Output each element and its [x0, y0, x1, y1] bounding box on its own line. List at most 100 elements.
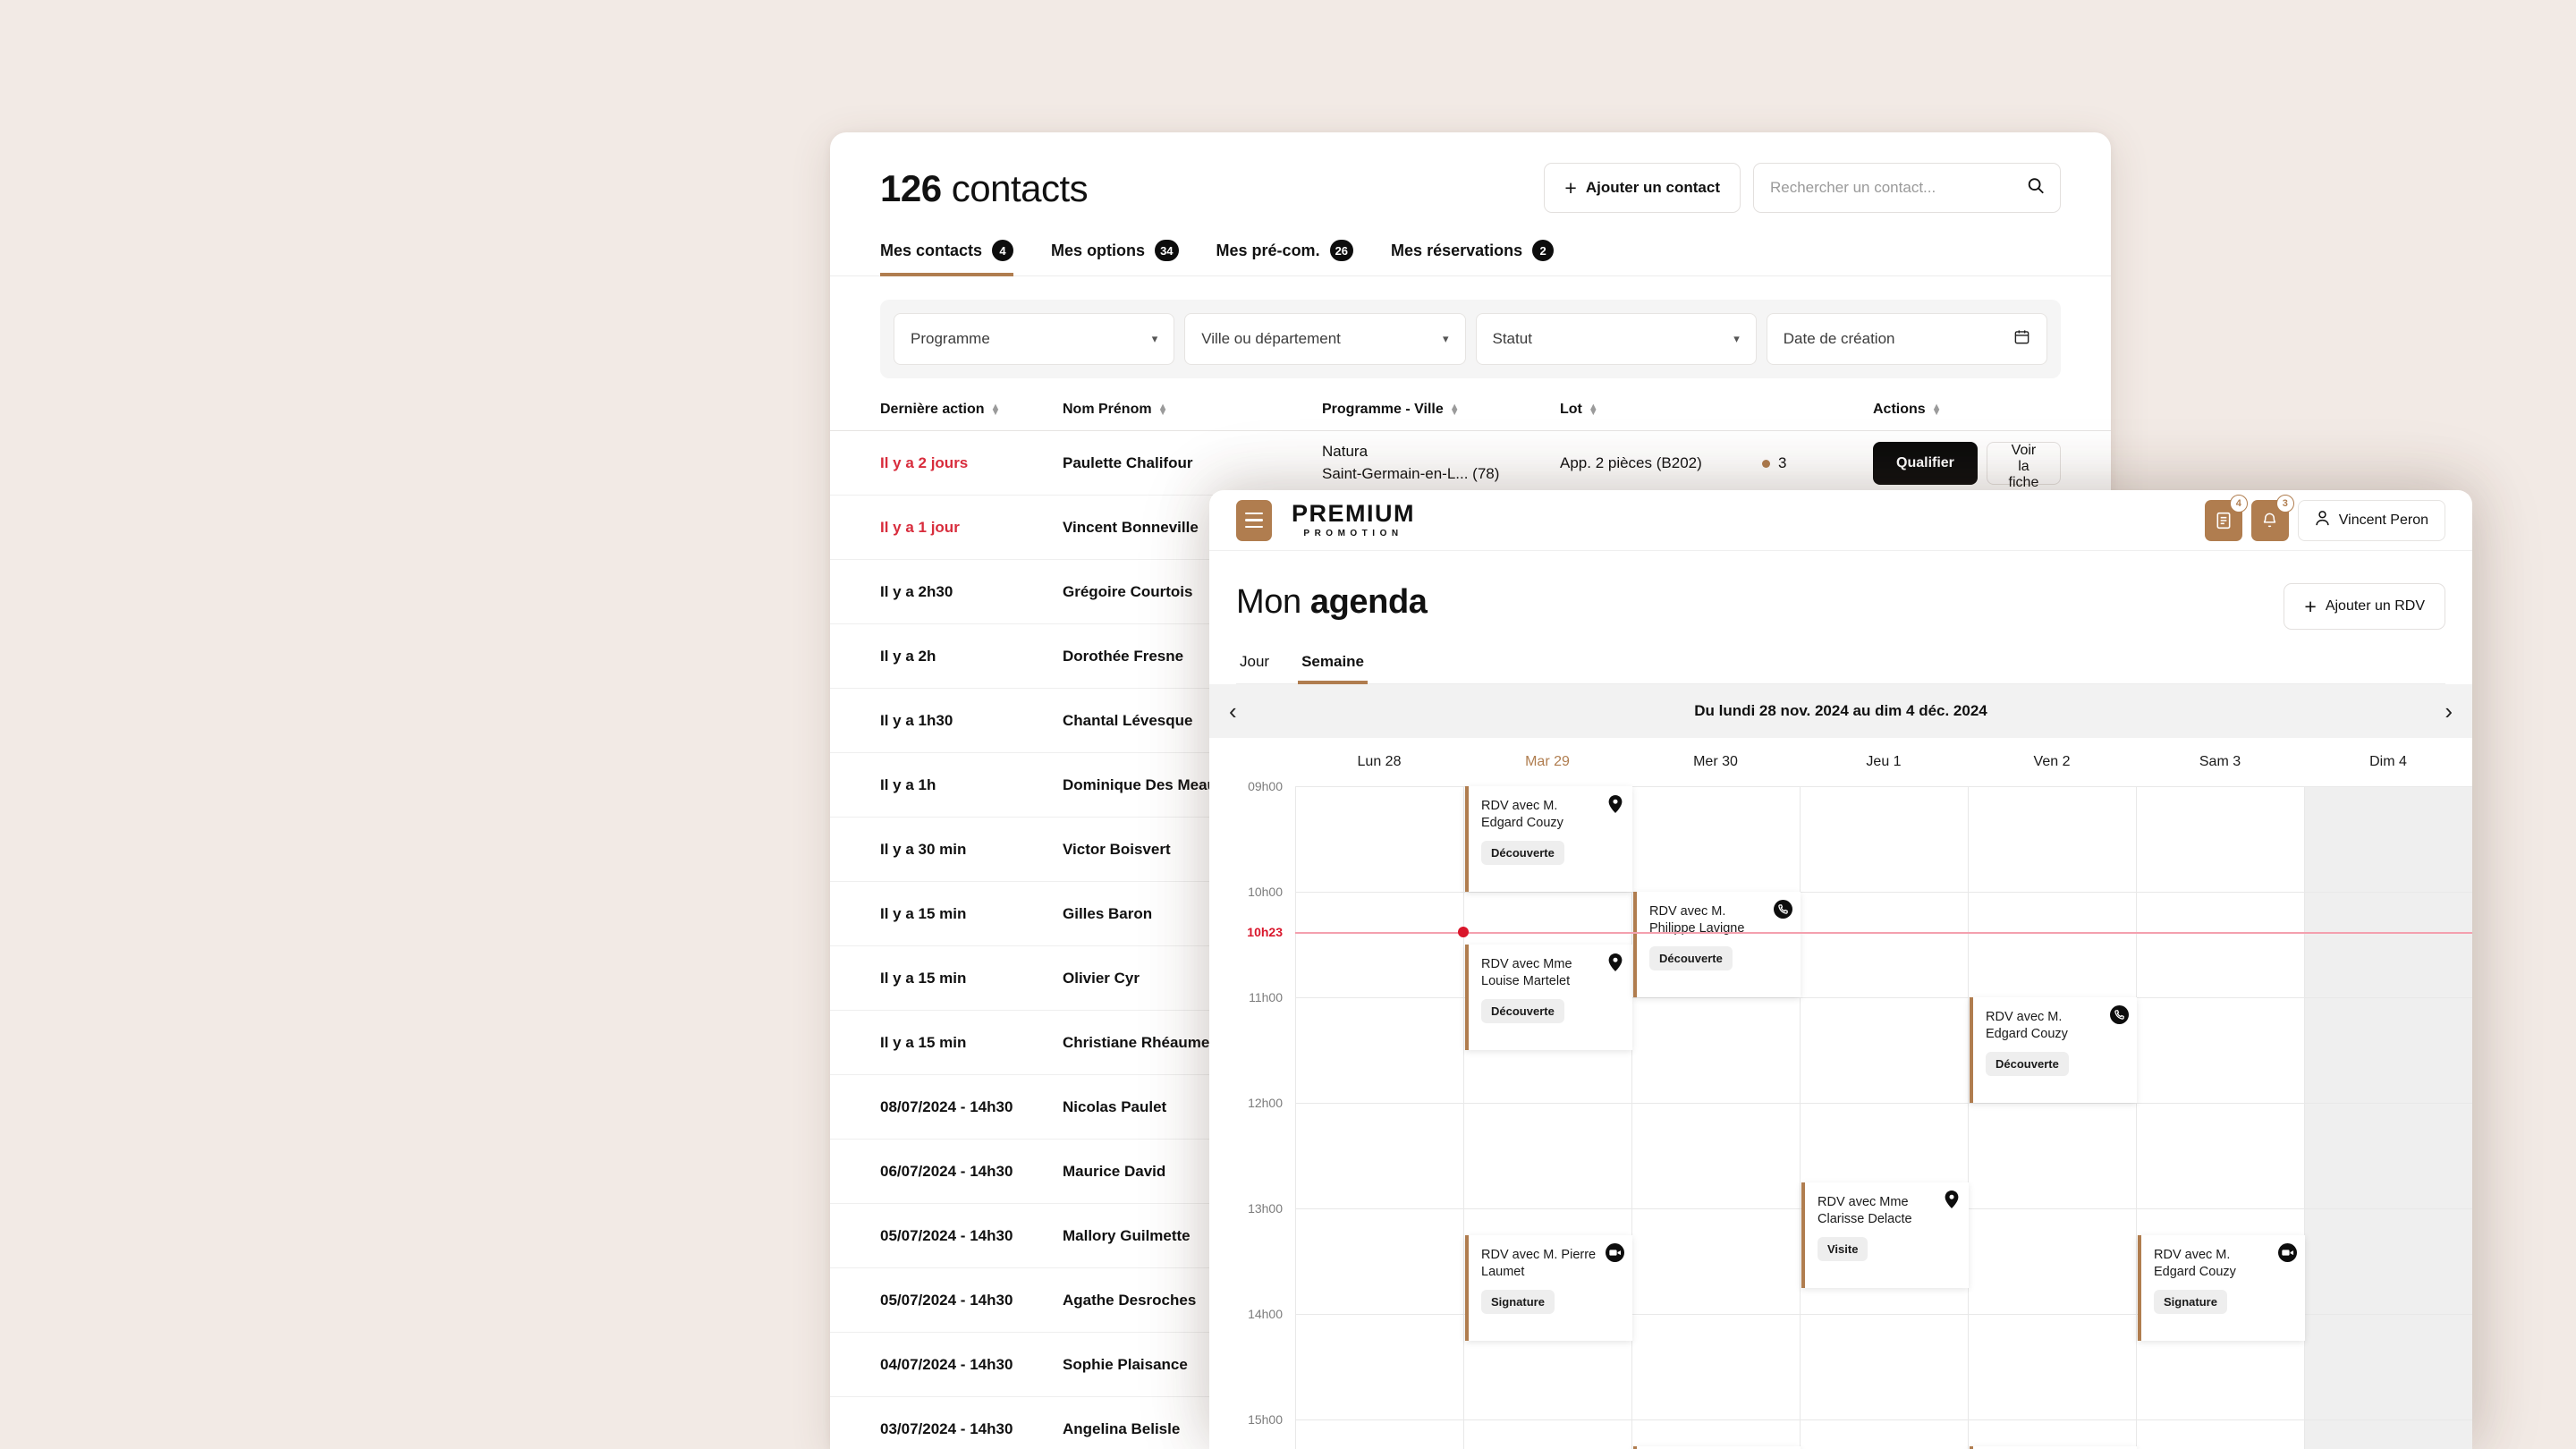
day-column-4[interactable]: RDV avec M. Edgard CouzyDécouverte RDV av…: [1968, 786, 2137, 1449]
day-column-6[interactable]: [2304, 786, 2472, 1449]
calendar-event[interactable]: RDV avec Mme Louise Martelet: [1970, 1445, 2137, 1449]
event-title: RDV avec M. Edgard Couzy: [1481, 799, 1563, 831]
table-row[interactable]: Il y a 2 jours Paulette Chalifour Natura Sa…: [830, 431, 2111, 496]
next-week-button[interactable]: ›: [2445, 699, 2453, 723]
hour-gridline: [1801, 892, 1968, 893]
chevron-down-icon: ▾: [1442, 332, 1449, 346]
add-contact-button[interactable]: + Ajouter un contact: [1544, 163, 1741, 213]
hour-gridline: [1632, 1314, 1800, 1315]
column-header-nom-prenom[interactable]: Nom Prénom ▲ ▼: [1063, 402, 1322, 418]
prev-week-button[interactable]: ‹: [1229, 699, 1237, 723]
hour-gridline: [1969, 1419, 2136, 1420]
week-calendar: Lun 28 Mar 29 Mer 30 Jeu 1 Ven 2 Sam 3 Dim 4 0…: [1209, 738, 2472, 1449]
day-header-1[interactable]: Mar 29: [1463, 754, 1631, 770]
filter-statut[interactable]: Statut ▾: [1475, 313, 1757, 366]
day-column-5[interactable]: RDV avec M. Edgard Couzy Signature: [2136, 786, 2305, 1449]
sort-icon[interactable]: ▲ ▼: [1589, 402, 1598, 418]
cell-lot: App. 2 pièces (B202): [1560, 453, 1702, 471]
day-header-4[interactable]: Ven 2: [1968, 754, 2136, 770]
qualify-button[interactable]: Qualifier: [1873, 441, 1978, 485]
day-column-3[interactable]: RDV avec Mme Clarisse Delacte Visite: [1800, 786, 1969, 1449]
tab-badge: 2: [1532, 240, 1555, 262]
sort-icon[interactable]: ▲ ▼: [1932, 402, 1942, 418]
tab-mes-precom[interactable]: Mes pré-com. 26: [1216, 240, 1354, 276]
filter-ville[interactable]: Ville ou département ▾: [1184, 313, 1466, 366]
hour-gridline: [1801, 997, 1968, 998]
column-header-programme-ville[interactable]: Programme - Ville ▲ ▼: [1322, 402, 1560, 418]
cell-derniere-action: 06/07/2024 - 14h30: [880, 1162, 1013, 1180]
user-menu[interactable]: Vincent Peron: [2297, 499, 2445, 541]
day-column-0[interactable]: [1295, 786, 1463, 1449]
sort-icon[interactable]: ▲ ▼: [1450, 402, 1460, 418]
agenda-view-tabs: Jour Semaine: [1236, 653, 2445, 684]
agenda-title-prefix: Mon: [1236, 583, 1310, 621]
cell-derniere-action: Il y a 1h30: [880, 711, 953, 729]
filter-programme[interactable]: Programme ▾: [894, 313, 1175, 366]
agenda-title: Mon agenda: [1236, 583, 1428, 622]
day-header-0[interactable]: Lun 28: [1295, 754, 1463, 770]
day-header-6[interactable]: Dim 4: [2304, 754, 2472, 770]
column-label: Actions: [1873, 402, 1926, 418]
calendar-event[interactable]: RDV avec M. Edgard Couzy Découverte: [1970, 997, 2137, 1103]
hour-gridline: [1296, 892, 1463, 893]
tab-jour[interactable]: Jour: [1236, 653, 1273, 684]
search-input[interactable]: [1770, 179, 2044, 197]
filter-date-creation[interactable]: Date de création: [1766, 313, 2047, 366]
column-label: Dernière action: [880, 402, 985, 418]
chevron-down-icon: ▾: [1151, 332, 1158, 346]
search-contact-field[interactable]: [1753, 163, 2061, 213]
calendar-event[interactable]: RDV avec Mme Clarisse Delacte Visite: [1801, 1182, 1969, 1288]
view-record-button[interactable]: Voir la fiche: [1986, 441, 2061, 490]
hour-gridline: [1296, 786, 1463, 787]
tab-mes-reservations[interactable]: Mes réservations 2: [1391, 240, 1555, 276]
cell-lot-count: 3: [1762, 454, 1873, 472]
calendar-event[interactable]: RDV avec Mme Pauline Lou: [1633, 1445, 1801, 1449]
calendar-event[interactable]: RDV avec M. Philippe Lavigne Découverte: [1633, 892, 1801, 997]
event-type-badge: Visite: [1818, 1236, 1868, 1261]
sort-icon[interactable]: ▲ ▼: [990, 402, 1000, 418]
plus-icon: +: [1564, 175, 1577, 199]
calendar-event[interactable]: RDV avec Mme Louise Martelet Découverte: [1465, 945, 1632, 1050]
time-label-09h00: 09h00: [1248, 779, 1283, 793]
current-time-label: 10h23: [1247, 925, 1283, 940]
calendar-event[interactable]: RDV avec M. Edgard Couzy Signature: [2138, 1234, 2305, 1341]
column-header-derniere-action[interactable]: Dernière action ▲ ▼: [880, 402, 1063, 418]
tab-semaine[interactable]: Semaine: [1298, 653, 1368, 684]
hour-gridline: [2137, 892, 2304, 893]
phone-icon: [1774, 900, 1792, 919]
search-icon[interactable]: [2026, 176, 2046, 200]
calendar-event[interactable]: RDV avec M. Pierre Laumet Signature: [1465, 1234, 1632, 1341]
current-time-line: [1295, 932, 2472, 935]
calendar-icon: [2013, 328, 2030, 350]
notifications-button[interactable]: 3: [2250, 494, 2294, 541]
cell-derniere-action: Il y a 1h: [880, 775, 936, 793]
hamburger-menu-icon[interactable]: [1236, 499, 1272, 541]
chevron-down-icon: ▾: [1733, 332, 1740, 346]
current-time-dot: [1458, 927, 1469, 938]
hour-gridline: [1296, 1419, 1463, 1420]
column-header-lot[interactable]: Lot ▲ ▼: [1560, 402, 1762, 418]
hour-gridline: [1296, 1103, 1463, 1104]
tab-label: Mes réservations: [1391, 241, 1523, 259]
calendar-event[interactable]: RDV avec M. Edgard Couzy Découverte: [1465, 786, 1632, 892]
brand-tagline: PROMOTION: [1303, 529, 1403, 538]
agenda-title-row: Mon agenda + Ajouter un RDV: [1236, 551, 2445, 630]
sort-icon[interactable]: ▲ ▼: [1158, 402, 1168, 418]
cell-derniere-action: 03/07/2024 - 14h30: [880, 1419, 1013, 1437]
calendar-badge: 4: [2229, 494, 2248, 513]
column-header-actions[interactable]: Actions ▲ ▼: [1873, 402, 2061, 418]
day-column-1[interactable]: RDV avec M. Edgard Couzy Découverte RDV av…: [1463, 786, 1632, 1449]
cell-derniere-action: Il y a 15 min: [880, 1033, 967, 1051]
day-column-2[interactable]: RDV avec M. Philippe LavigneDécouverte RD…: [1631, 786, 1801, 1449]
day-header-3[interactable]: Jeu 1: [1800, 754, 1968, 770]
tab-mes-contacts[interactable]: Mes contacts 4: [880, 240, 1014, 277]
add-rdv-button[interactable]: + Ajouter un RDV: [2284, 583, 2445, 630]
day-header-5[interactable]: Sam 3: [2136, 754, 2304, 770]
hour-gridline: [1801, 1314, 1968, 1315]
day-header-2[interactable]: Mer 30: [1631, 754, 1800, 770]
tab-mes-options[interactable]: Mes options 34: [1051, 240, 1179, 276]
calendar-nav-button[interactable]: 4: [2204, 494, 2248, 541]
hour-gridline: [1801, 1419, 1968, 1420]
day-header-list: Lun 28 Mar 29 Mer 30 Jeu 1 Ven 2 Sam 3 Dim 4: [1295, 754, 2472, 770]
column-header-spacer: [1762, 402, 1873, 418]
